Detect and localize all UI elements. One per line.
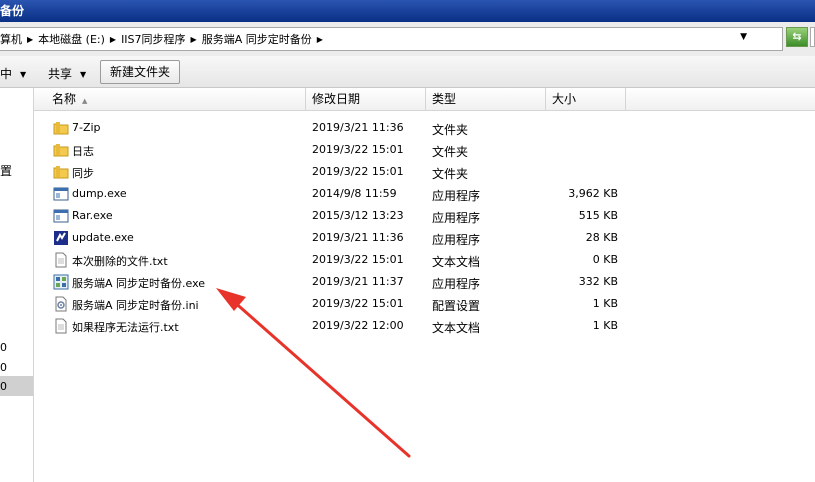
file-size: 0 KB <box>592 253 618 266</box>
refresh-icon[interactable]: ⇆ <box>786 27 808 47</box>
file-size: 332 KB <box>578 275 618 288</box>
file-modified-date: 2015/3/12 13:23 <box>312 209 404 222</box>
file-name: 本次删除的文件.txt <box>72 255 168 268</box>
breadcrumb-chevron-icon[interactable]: ▶ <box>317 35 323 44</box>
column-header-date-label: 修改日期 <box>312 92 361 106</box>
file-name: 如果程序无法运行.txt <box>72 321 179 334</box>
nav-item-fragment[interactable]: 置 <box>0 162 12 179</box>
file-name: 日志 <box>72 145 94 158</box>
file-size: 515 KB <box>578 209 618 222</box>
file-modified-date: 2019/3/22 15:01 <box>312 165 404 178</box>
column-header-name-label: 名称 <box>52 92 77 106</box>
file-name: dump.exe <box>72 187 127 200</box>
column-header-type[interactable]: 类型 <box>426 88 546 110</box>
chevron-down-icon: ▼ <box>80 70 87 79</box>
file-row[interactable]: 如果程序无法运行.txt 2019/3/22 12:00 文本文档 1 KB <box>50 315 630 337</box>
column-header-type-label: 类型 <box>432 92 457 106</box>
chevron-down-icon: ▼ <box>20 70 27 79</box>
file-type: 应用程序 <box>432 277 481 291</box>
sort-ascending-icon: ▲ <box>82 97 88 105</box>
address-dropdown-icon[interactable]: ▼ <box>740 32 747 42</box>
column-header-size[interactable]: 大小 <box>546 88 626 110</box>
breadcrumb-drive[interactable]: 本地磁盘 (E:) <box>38 31 105 47</box>
text-file-icon <box>53 318 69 334</box>
file-type: 配置设置 <box>432 299 481 313</box>
file-row[interactable]: Rar.exe 2015/3/12 13:23 应用程序 515 KB <box>50 205 630 227</box>
nav-item-fragment[interactable]: 0 <box>0 380 7 393</box>
file-size: 28 KB <box>585 231 618 244</box>
file-row[interactable]: 服务端A 同步定时备份.ini 2019/3/22 15:01 配置设置 1 KB <box>50 293 630 315</box>
file-size: 1 KB <box>592 319 618 332</box>
folder-icon <box>53 164 69 180</box>
window-title: 备份 <box>0 4 25 18</box>
file-row[interactable]: 日志 2019/3/22 15:01 文件夹 <box>50 139 630 161</box>
file-row[interactable]: update.exe 2019/3/21 11:36 应用程序 28 KB <box>50 227 630 249</box>
file-name: 服务端A 同步定时备份.ini <box>72 299 199 312</box>
search-box-edge[interactable] <box>810 27 815 47</box>
breadcrumb-chevron-icon[interactable]: ▶ <box>27 35 33 44</box>
file-modified-date: 2019/3/22 15:01 <box>312 297 404 310</box>
file-name: update.exe <box>72 231 134 244</box>
file-row[interactable]: 本次删除的文件.txt 2019/3/22 15:01 文本文档 0 KB <box>50 249 630 271</box>
file-modified-date: 2014/9/8 11:59 <box>312 187 397 200</box>
file-modified-date: 2019/3/21 11:36 <box>312 121 404 134</box>
file-type: 应用程序 <box>432 233 481 247</box>
address-bar-strip: 算机 ▶ 本地磁盘 (E:) ▶ IIS7同步程序 ▶ 服务端A 同步定时备份 … <box>0 22 815 56</box>
address-bar[interactable]: 算机 ▶ 本地磁盘 (E:) ▶ IIS7同步程序 ▶ 服务端A 同步定时备份 … <box>0 27 783 51</box>
exe-window-icon <box>53 186 69 202</box>
config-file-icon <box>53 296 69 312</box>
nav-item-fragment[interactable]: 0 <box>0 361 7 374</box>
file-modified-date: 2019/3/21 11:36 <box>312 231 404 244</box>
folder-icon <box>53 120 69 136</box>
file-modified-date: 2019/3/22 15:01 <box>312 143 404 156</box>
file-name: 同步 <box>72 167 94 180</box>
file-modified-date: 2019/3/22 12:00 <box>312 319 404 332</box>
file-type: 应用程序 <box>432 211 481 225</box>
file-type: 文件夹 <box>432 167 469 181</box>
file-name: 服务端A 同步定时备份.exe <box>72 277 206 290</box>
new-folder-button[interactable]: 新建文件夹 <box>100 60 180 84</box>
file-name: Rar.exe <box>72 209 113 222</box>
toolbar-include-label: 中 <box>0 67 13 81</box>
toolbar-include-in-library[interactable]: 中 ▼ <box>0 65 26 82</box>
breadcrumb-chevron-icon[interactable]: ▶ <box>191 35 197 44</box>
column-header-date[interactable]: 修改日期 <box>306 88 426 110</box>
window-title-bar[interactable]: 备份 <box>0 0 815 22</box>
breadcrumb-iis7[interactable]: IIS7同步程序 <box>121 31 185 47</box>
nav-item-fragment[interactable]: 0 <box>0 341 7 354</box>
file-name: 7-Zip <box>72 121 101 134</box>
file-modified-date: 2019/3/22 15:01 <box>312 253 404 266</box>
navigation-pane[interactable]: 置 0 0 0 <box>0 88 34 482</box>
text-file-icon <box>53 252 69 268</box>
exe-window-icon <box>53 208 69 224</box>
file-row[interactable]: 7-Zip 2019/3/21 11:36 文件夹 <box>50 117 630 139</box>
breadcrumb-chevron-icon[interactable]: ▶ <box>110 35 116 44</box>
column-header-name[interactable]: 名称 ▲ <box>46 88 306 110</box>
file-size: 3,962 KB <box>568 187 618 200</box>
toolbar-share-label: 共享 <box>48 67 73 81</box>
column-header-row: 名称 ▲ 修改日期 类型 大小 <box>34 88 815 111</box>
sync-app-icon <box>53 274 69 290</box>
breadcrumb: 算机 ▶ 本地磁盘 (E:) ▶ IIS7同步程序 ▶ 服务端A 同步定时备份 … <box>0 31 328 47</box>
command-bar: 中 ▼ 共享 ▼ 新建文件夹 <box>0 56 815 88</box>
file-modified-date: 2019/3/21 11:37 <box>312 275 404 288</box>
folder-icon <box>53 142 69 158</box>
file-type: 文本文档 <box>432 255 481 269</box>
update-app-icon <box>53 230 69 246</box>
breadcrumb-current-folder[interactable]: 服务端A 同步定时备份 <box>202 31 312 47</box>
file-row[interactable]: 同步 2019/3/22 15:01 文件夹 <box>50 161 630 183</box>
file-type: 文件夹 <box>432 145 469 159</box>
file-type: 文本文档 <box>432 321 481 335</box>
file-row[interactable]: 服务端A 同步定时备份.exe 2019/3/21 11:37 应用程序 332 KB <box>50 271 630 293</box>
toolbar-share[interactable]: 共享 ▼ <box>48 65 86 82</box>
file-size: 1 KB <box>592 297 618 310</box>
breadcrumb-computer[interactable]: 算机 <box>0 31 22 47</box>
file-row[interactable]: dump.exe 2014/9/8 11:59 应用程序 3,962 KB <box>50 183 630 205</box>
file-type: 应用程序 <box>432 189 481 203</box>
column-header-size-label: 大小 <box>552 92 577 106</box>
file-type: 文件夹 <box>432 123 469 137</box>
